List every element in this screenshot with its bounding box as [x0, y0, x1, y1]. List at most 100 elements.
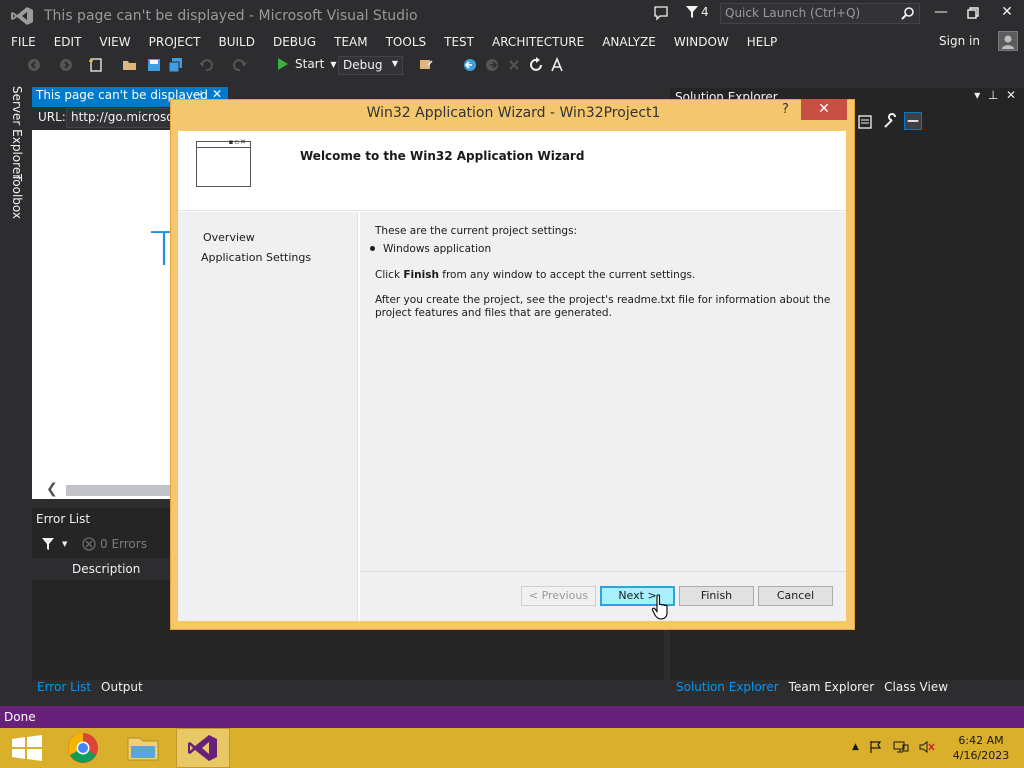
system-tray: ▲ — [852, 740, 935, 754]
server-explorer-tab[interactable]: Server Explorer — [10, 86, 24, 179]
dialog-body: ▪▫✕ Welcome to the Win32 Application Wiz… — [178, 131, 846, 621]
menu-debug[interactable]: DEBUG — [264, 35, 325, 49]
new-project-icon[interactable] — [88, 57, 104, 73]
scroll-left-icon[interactable]: ❮ — [46, 481, 58, 497]
taskbar-clock[interactable]: 6:42 AM 4/16/2023 — [950, 733, 1012, 763]
properties-icon[interactable] — [856, 112, 874, 130]
attach-icon[interactable] — [418, 57, 434, 73]
font-size-icon[interactable] — [550, 57, 566, 73]
minimize-button[interactable]: — — [926, 4, 956, 24]
feedback-filter[interactable]: 4 — [686, 5, 709, 19]
start-label: Start — [295, 57, 325, 71]
left-dock-tabs: Server Explorer Toolbox — [0, 80, 28, 700]
menu-build[interactable]: BUILD — [209, 35, 263, 49]
previous-button[interactable]: < Previous — [521, 586, 596, 606]
menu-test[interactable]: TEST — [435, 35, 483, 49]
menu-view[interactable]: VIEW — [90, 35, 139, 49]
chevron-down-icon: ▼ — [62, 540, 68, 548]
flag-icon[interactable] — [869, 740, 883, 754]
network-icon[interactable] — [893, 740, 909, 754]
browse-forward-icon[interactable] — [484, 57, 500, 73]
tab-error-list[interactable]: Error List — [37, 680, 91, 698]
toolbox-tab[interactable]: Toolbox — [10, 174, 24, 219]
chrome-taskbar-button[interactable] — [56, 728, 110, 768]
start-button[interactable] — [0, 728, 54, 768]
tab-solution-explorer[interactable]: Solution Explorer — [676, 680, 779, 698]
chevron-down-icon: ▼ — [391, 59, 398, 68]
finish-pre: Click — [375, 269, 404, 281]
nav-application-settings[interactable]: Application Settings — [201, 251, 311, 264]
url-input[interactable]: http://go.microsoft.com — [66, 108, 172, 128]
avatar[interactable] — [998, 31, 1018, 51]
menu-architecture[interactable]: ARCHITECTURE — [483, 35, 593, 49]
nav-overview[interactable]: Overview — [203, 231, 255, 244]
user-icon — [1002, 35, 1014, 49]
menu-team[interactable]: TEAM — [325, 35, 376, 49]
error-list-filter[interactable]: ▼ — [42, 538, 67, 550]
finish-bold: Finish — [403, 269, 439, 281]
restore-button[interactable] — [958, 4, 988, 24]
wizard-header: ▪▫✕ Welcome to the Win32 Application Wiz… — [178, 131, 846, 211]
wizard-nav: Overview Application Settings — [178, 212, 358, 621]
bottom-panel-tabs: Error List Output — [32, 680, 143, 698]
help-button[interactable]: ? — [782, 102, 789, 117]
readme-note: After you create the project, see the pr… — [375, 294, 831, 319]
menu-edit[interactable]: EDIT — [45, 35, 91, 49]
cancel-button[interactable]: Cancel — [758, 586, 833, 606]
status-text: Done — [4, 710, 36, 724]
dialog-close-button[interactable]: ✕ — [801, 99, 847, 120]
errors-count: 0 Errors — [100, 537, 147, 551]
file-explorer-taskbar-button[interactable] — [116, 728, 170, 768]
start-debugging-button[interactable]: Start ▼ — [277, 57, 336, 71]
panel-controls[interactable]: ▾ ⊥ ✕ — [974, 88, 1016, 102]
menu-help[interactable]: HELP — [738, 35, 787, 49]
column-description[interactable]: Description — [72, 562, 140, 576]
horizontal-scrollbar[interactable]: ❮ — [32, 481, 176, 499]
solution-configuration-dropdown[interactable]: Debug ▼ — [338, 56, 403, 75]
menu-tools[interactable]: TOOLS — [377, 35, 436, 49]
menu-project[interactable]: PROJECT — [140, 35, 210, 49]
tab-output[interactable]: Output — [101, 680, 143, 698]
navigate-forward-icon[interactable] — [58, 57, 74, 73]
clock-time: 6:42 AM — [958, 734, 1004, 747]
menu-window[interactable]: WINDOW — [665, 35, 738, 49]
preview-icon[interactable] — [904, 112, 922, 130]
open-file-icon[interactable] — [122, 57, 138, 73]
menu-analyze[interactable]: ANALYZE — [593, 35, 665, 49]
visual-studio-logo-icon — [11, 7, 33, 25]
close-window-button[interactable]: ✕ — [992, 4, 1022, 24]
restore-icon — [967, 7, 979, 19]
filter-icon — [42, 538, 54, 550]
errors-toggle[interactable]: 0 Errors — [82, 537, 147, 551]
menu-file[interactable]: FILE — [0, 35, 45, 49]
refresh-icon[interactable] — [528, 57, 544, 73]
visual-studio-taskbar-button[interactable] — [176, 728, 230, 768]
taskbar: ▲ 6:42 AM 4/16/2023 — [0, 728, 1024, 768]
settings-bullet: Windows application — [383, 243, 492, 255]
tab-team-explorer[interactable]: Team Explorer — [789, 680, 875, 698]
quick-launch-input[interactable]: Quick Launch (Ctrl+Q) — [720, 3, 920, 24]
scrollbar-thumb[interactable] — [66, 485, 176, 496]
error-icon — [82, 537, 96, 551]
navigate-back-icon[interactable] — [26, 57, 42, 73]
save-all-icon[interactable] — [168, 57, 184, 73]
right-panel-tabs: Solution Explorer Team Explorer Class Vi… — [670, 680, 948, 698]
volume-muted-icon[interactable] — [919, 740, 935, 754]
finish-button[interactable]: Finish — [679, 586, 754, 606]
sign-in-link[interactable]: Sign in — [939, 34, 980, 48]
configuration-value: Debug — [343, 58, 383, 72]
undo-icon[interactable] — [198, 57, 214, 73]
folder-icon — [127, 737, 159, 761]
notification-icon[interactable] — [653, 5, 669, 21]
finish-post: from any window to accept the current se… — [438, 269, 696, 281]
chevron-up-icon[interactable]: ▲ — [852, 742, 859, 752]
settings-intro: These are the current project settings: — [375, 225, 578, 237]
wrench-icon[interactable] — [882, 112, 900, 130]
stop-icon[interactable] — [506, 57, 522, 73]
windows-logo-icon — [12, 735, 42, 761]
save-icon[interactable] — [146, 57, 162, 73]
browse-back-icon[interactable] — [462, 57, 478, 73]
bullet-icon — [370, 246, 375, 251]
redo-icon[interactable] — [232, 57, 248, 73]
tab-class-view[interactable]: Class View — [884, 680, 948, 698]
